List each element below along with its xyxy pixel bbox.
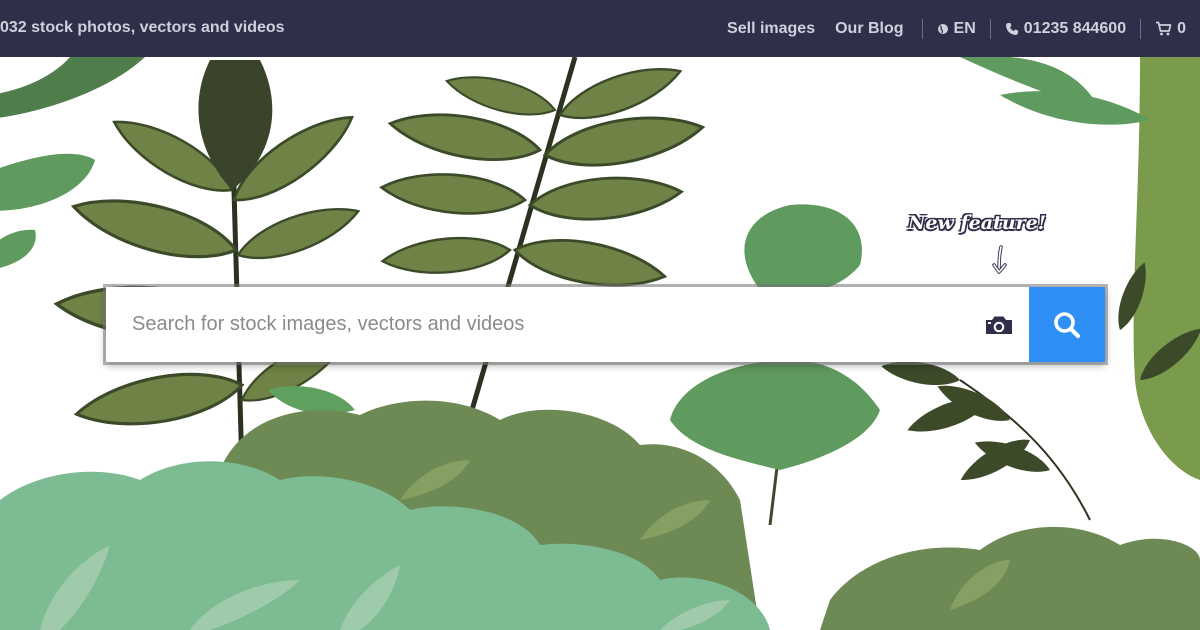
leaf-shape bbox=[0, 229, 36, 268]
search-bar bbox=[106, 287, 1105, 362]
camera-icon bbox=[986, 316, 1012, 334]
reverse-image-search-button[interactable] bbox=[969, 287, 1029, 362]
language-label: EN bbox=[953, 19, 976, 37]
leaf-shape bbox=[0, 153, 95, 211]
nav-divider bbox=[1140, 18, 1142, 39]
top-nav-links: Sell images Our Blog EN 01235 844600 0 bbox=[717, 0, 1192, 57]
nav-divider bbox=[921, 18, 923, 39]
top-nav-bar: 032 stock photos, vectors and videos Sel… bbox=[0, 0, 1200, 57]
language-selector[interactable]: EN bbox=[931, 20, 982, 38]
sell-images-link[interactable]: Sell images bbox=[717, 20, 825, 38]
search-button[interactable] bbox=[1029, 287, 1105, 362]
nav-divider bbox=[989, 18, 991, 39]
cart-count: 0 bbox=[1177, 19, 1186, 37]
magnifier-icon bbox=[1054, 311, 1081, 338]
new-feature-callout: New feature! bbox=[908, 212, 1047, 234]
search-input[interactable] bbox=[106, 287, 969, 362]
leaf-shape bbox=[0, 57, 145, 118]
cart-button[interactable]: 0 bbox=[1149, 20, 1192, 38]
phone-contact[interactable]: 01235 844600 bbox=[999, 20, 1132, 38]
cart-icon bbox=[1156, 21, 1172, 36]
globe-icon bbox=[937, 23, 948, 34]
stock-count-text: 032 stock photos, vectors and videos bbox=[0, 19, 285, 36]
phone-icon bbox=[1005, 22, 1018, 35]
our-blog-link[interactable]: Our Blog bbox=[825, 20, 913, 38]
phone-number: 01235 844600 bbox=[1023, 19, 1127, 37]
down-arrow-icon bbox=[992, 245, 1007, 274]
